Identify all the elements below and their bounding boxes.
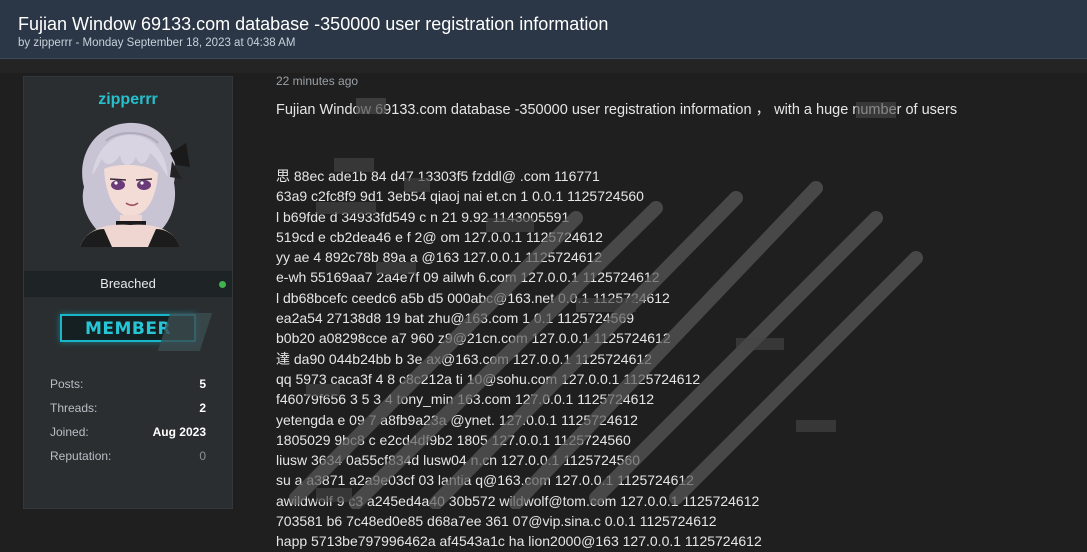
thread-meta: by zipperrr - Monday September 18, 2023 … [18, 37, 296, 49]
record-line: 703581 b6 7c48ed0e85 d68a7ee 361 07@vip.… [276, 513, 717, 530]
record-line: 63a9 c2fc8f9 9d1 3eb54 qiaoj nai et.cn 1… [276, 188, 644, 205]
stat-label: Threads: [50, 401, 98, 415]
thread-title: Fujian Window 69133.com database -350000… [18, 14, 609, 34]
stat-value: Aug 2023 [152, 425, 206, 439]
record-line: 達 da90 044b24bb b 3e ax@163.com 127.0.0.… [276, 350, 652, 367]
stat-label: Joined: [50, 425, 89, 439]
leaked-record-list: 思 88ec ade1b 84 d47 13303f5 fzddl@ .com … [276, 166, 1076, 552]
stat-label: Posts: [50, 377, 84, 391]
record-line: 思 88ec ade1b 84 d47 13303f5 fzddl@ .com … [276, 168, 600, 184]
stat-value: 0 [199, 449, 206, 463]
thread-header: Fujian Window 69133.com database -350000… [0, 0, 1087, 59]
record-line: happ 5713be797996462a af4543a1c ha lion2… [276, 533, 762, 550]
anime-character-avatar[interactable] [66, 117, 192, 247]
stat-label: Reputation: [50, 449, 112, 463]
record-line: liusw 3634 0a55cf834d lusw04 n.cn 127.0.… [276, 452, 641, 469]
online-status-icon [219, 281, 226, 288]
user-stats: Posts: 5 Threads: 2 Joined: Aug 2023 Rep… [24, 373, 232, 469]
stat-row-joined: Joined: Aug 2023 [24, 421, 232, 445]
record-line: 1805029 9bc8 c e2cd4df9b2 1805 127.0.0.1… [276, 431, 631, 448]
record-line: f46079f656 3 5 3 4 tony_min 163.com 127.… [276, 391, 655, 408]
stat-row-reputation: Reputation: 0 [24, 445, 232, 469]
record-line: yy ae 4 892c78b 89a a @163 127.0.0.1 112… [276, 249, 603, 266]
record-line: 519cd e cb2dea46 e f 2@ om 127.0.0.1 112… [276, 228, 603, 245]
record-line: l db68bcefc ceedc6 a5b d5 000abc@163.net… [276, 289, 670, 306]
stat-row-posts: Posts: 5 [24, 373, 232, 397]
post-timestamp[interactable]: 22 minutes ago [276, 74, 358, 88]
user-card: zipperrr Breached MEMBER Posts: 5 Thread… [23, 76, 233, 509]
stat-value: 2 [199, 401, 206, 415]
username-link[interactable]: zipperrr [24, 91, 232, 109]
record-line: su a a3871 a2a9e03cf 03 lantia q@163.com… [276, 472, 694, 489]
header-separator [0, 59, 1087, 73]
stat-row-threads: Threads: 2 [24, 397, 232, 421]
record-line: awildwolf 9 c3 a245ed4a40 30b572 wildwol… [276, 492, 760, 509]
record-line: yetengda e 09 7 a8fb9a23a @ynet. 127.0.0… [276, 411, 638, 428]
record-line: ea2a54 27138d8 19 bat zhu@163.com 1 0.1 … [276, 310, 635, 327]
user-rank-bar: Breached [24, 271, 232, 297]
record-line: b0b20 a08298cce a7 960 z9@21cn.com 127.0… [276, 330, 671, 347]
stat-value: 5 [199, 377, 206, 391]
post-body: 22 minutes ago Fujian Window 69133.com d… [276, 72, 1076, 549]
record-line: l b69fde d 34933fd549 c n 21 9.92 114300… [276, 208, 570, 225]
user-rank: Breached [100, 276, 156, 291]
record-line: qq 5973 caca3f 4 8 c8c212a ti 10@sohu.co… [276, 370, 701, 387]
record-line: e-wh 55169aa7 2a4e7f 09 ailwh 6.com 127.… [276, 269, 660, 286]
post-lead-text: Fujian Window 69133.com database -350000… [276, 102, 958, 118]
